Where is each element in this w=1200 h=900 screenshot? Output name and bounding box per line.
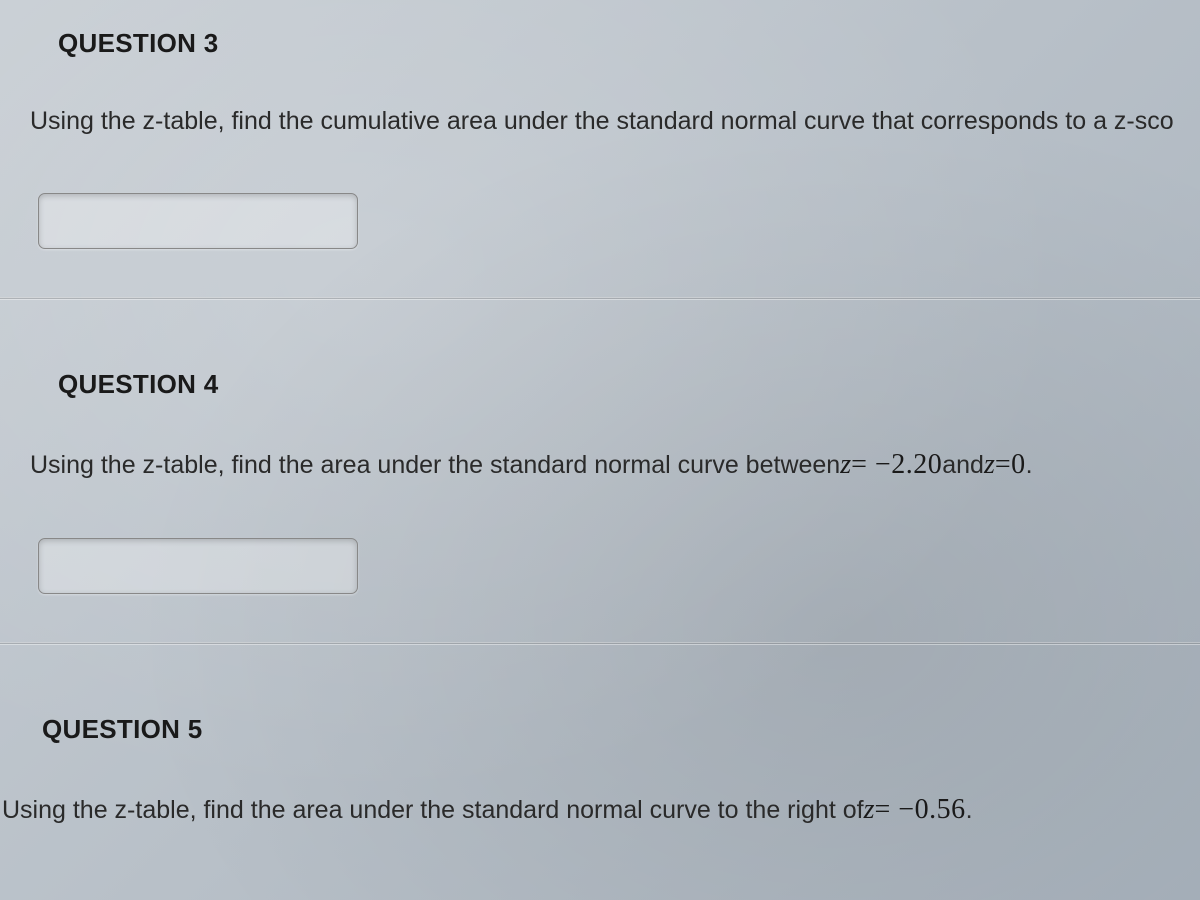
question-title: QUESTION 3 — [58, 28, 1200, 59]
math-op: = − — [851, 444, 891, 486]
question-3-block: QUESTION 3 Using the z-table, find the c… — [0, 0, 1200, 341]
question-title: QUESTION 5 — [42, 714, 1200, 745]
math-var: z — [984, 444, 995, 486]
math-value: 0.56 — [915, 789, 966, 831]
divider — [0, 642, 1200, 644]
math-value: 2.20 — [891, 444, 942, 486]
math-var: z — [840, 444, 851, 486]
prompt-text: Using the z-table, find the area under t… — [30, 447, 840, 485]
prompt-text: Using the z-table, find the cumulative a… — [30, 103, 1174, 141]
question-prompt: Using the z-table, find the area under t… — [30, 444, 1200, 486]
math-op: = — [995, 444, 1011, 486]
question-prompt: Using the z-table, find the area under t… — [2, 789, 1200, 831]
math-value: 0 — [1011, 444, 1026, 486]
question-4-block: QUESTION 4 Using the z-table, find the a… — [0, 341, 1200, 686]
math-op: = − — [875, 789, 915, 831]
suffix-text: . — [1026, 447, 1033, 485]
answer-input-q4[interactable] — [38, 538, 358, 594]
answer-input-q3[interactable] — [38, 193, 358, 249]
math-var: z — [864, 789, 875, 831]
divider — [0, 297, 1200, 299]
question-title: QUESTION 4 — [58, 369, 1200, 400]
question-5-block: QUESTION 5 Using the z-table, find the a… — [0, 686, 1200, 873]
suffix-text: . — [966, 792, 973, 830]
connector-text: and — [942, 447, 984, 485]
question-prompt: Using the z-table, find the cumulative a… — [30, 103, 1200, 141]
quiz-screen: QUESTION 3 Using the z-table, find the c… — [0, 0, 1200, 900]
prompt-text: Using the z-table, find the area under t… — [2, 792, 864, 830]
